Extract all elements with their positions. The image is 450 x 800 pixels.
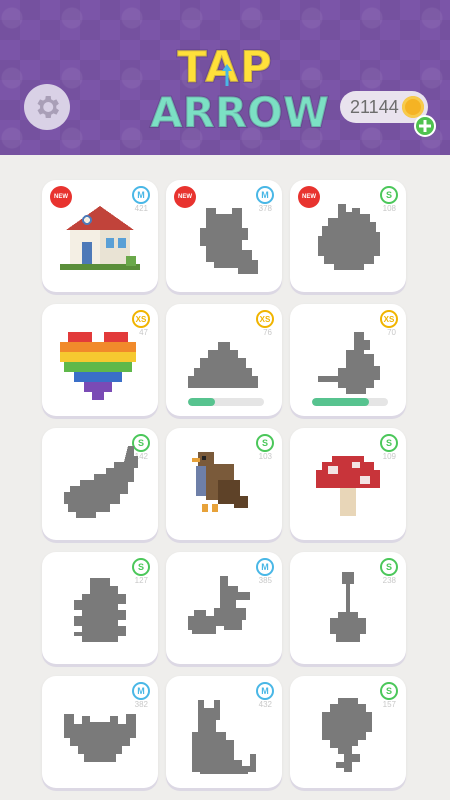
logo-arrow-text: ARROW (149, 88, 330, 137)
raccoon-icon (200, 208, 258, 274)
puzzle-card-mushroom[interactable]: S 109 (290, 428, 406, 540)
puzzle-card-banjo[interactable]: S 238 (290, 552, 406, 664)
mushroom-icon (316, 456, 380, 516)
settings-button[interactable] (24, 84, 70, 130)
puzzle-progress-fill (312, 398, 369, 406)
pile-icon (188, 342, 258, 388)
house-icon (60, 206, 140, 270)
hawk-icon (192, 452, 248, 512)
puzzle-card-apple[interactable]: NEW S 108 (290, 180, 406, 292)
puzzle-card-flower[interactable]: S 157 (290, 676, 406, 788)
cherries-icon (188, 576, 250, 634)
puzzle-progress-bar (188, 398, 264, 406)
puzzle-card-beetle[interactable]: S 127 (42, 552, 158, 664)
arrow-count: 76 (263, 328, 272, 337)
cat-icon (192, 700, 256, 774)
eggplant-icon (64, 446, 138, 518)
puzzle-card-hawk[interactable]: S 103 (166, 428, 282, 540)
gear-icon (37, 96, 59, 118)
add-coins-button[interactable] (414, 115, 436, 137)
puzzle-card-house[interactable]: NEW M 421 (42, 180, 158, 292)
coin-counter: 21144 (340, 91, 428, 123)
puzzle-card-heart[interactable]: XS 47 (42, 304, 158, 416)
game-logo: TAP ARROW (149, 45, 330, 146)
arrow-count: 70 (387, 328, 396, 337)
puzzle-card-eggplant[interactable]: S 142 (42, 428, 158, 540)
puzzle-progress-fill (188, 398, 215, 406)
plus-icon (419, 120, 431, 132)
arrow-count: 47 (139, 328, 148, 337)
header: TAP ARROW 21144 (0, 0, 450, 155)
puzzle-progress-bar (312, 398, 388, 406)
bat-icon (64, 714, 136, 762)
bird-icon (318, 332, 380, 394)
arrow-up-icon (222, 64, 232, 86)
coin-count: 21144 (350, 96, 399, 117)
banjo-icon (330, 572, 366, 642)
heart-icon (60, 332, 136, 400)
puzzle-card-bird[interactable]: XS 70 (290, 304, 406, 416)
puzzle-card-pile[interactable]: XS 76 (166, 304, 282, 416)
puzzle-card-cat[interactable]: M 432 (166, 676, 282, 788)
flower-icon (322, 698, 372, 772)
puzzle-card-bat[interactable]: M 382 (42, 676, 158, 788)
beetle-icon (74, 578, 126, 642)
puzzle-card-raccoon[interactable]: NEW M 378 (166, 180, 282, 292)
apple-icon (318, 204, 380, 270)
puzzle-card-cherries[interactable]: M 385 (166, 552, 282, 664)
